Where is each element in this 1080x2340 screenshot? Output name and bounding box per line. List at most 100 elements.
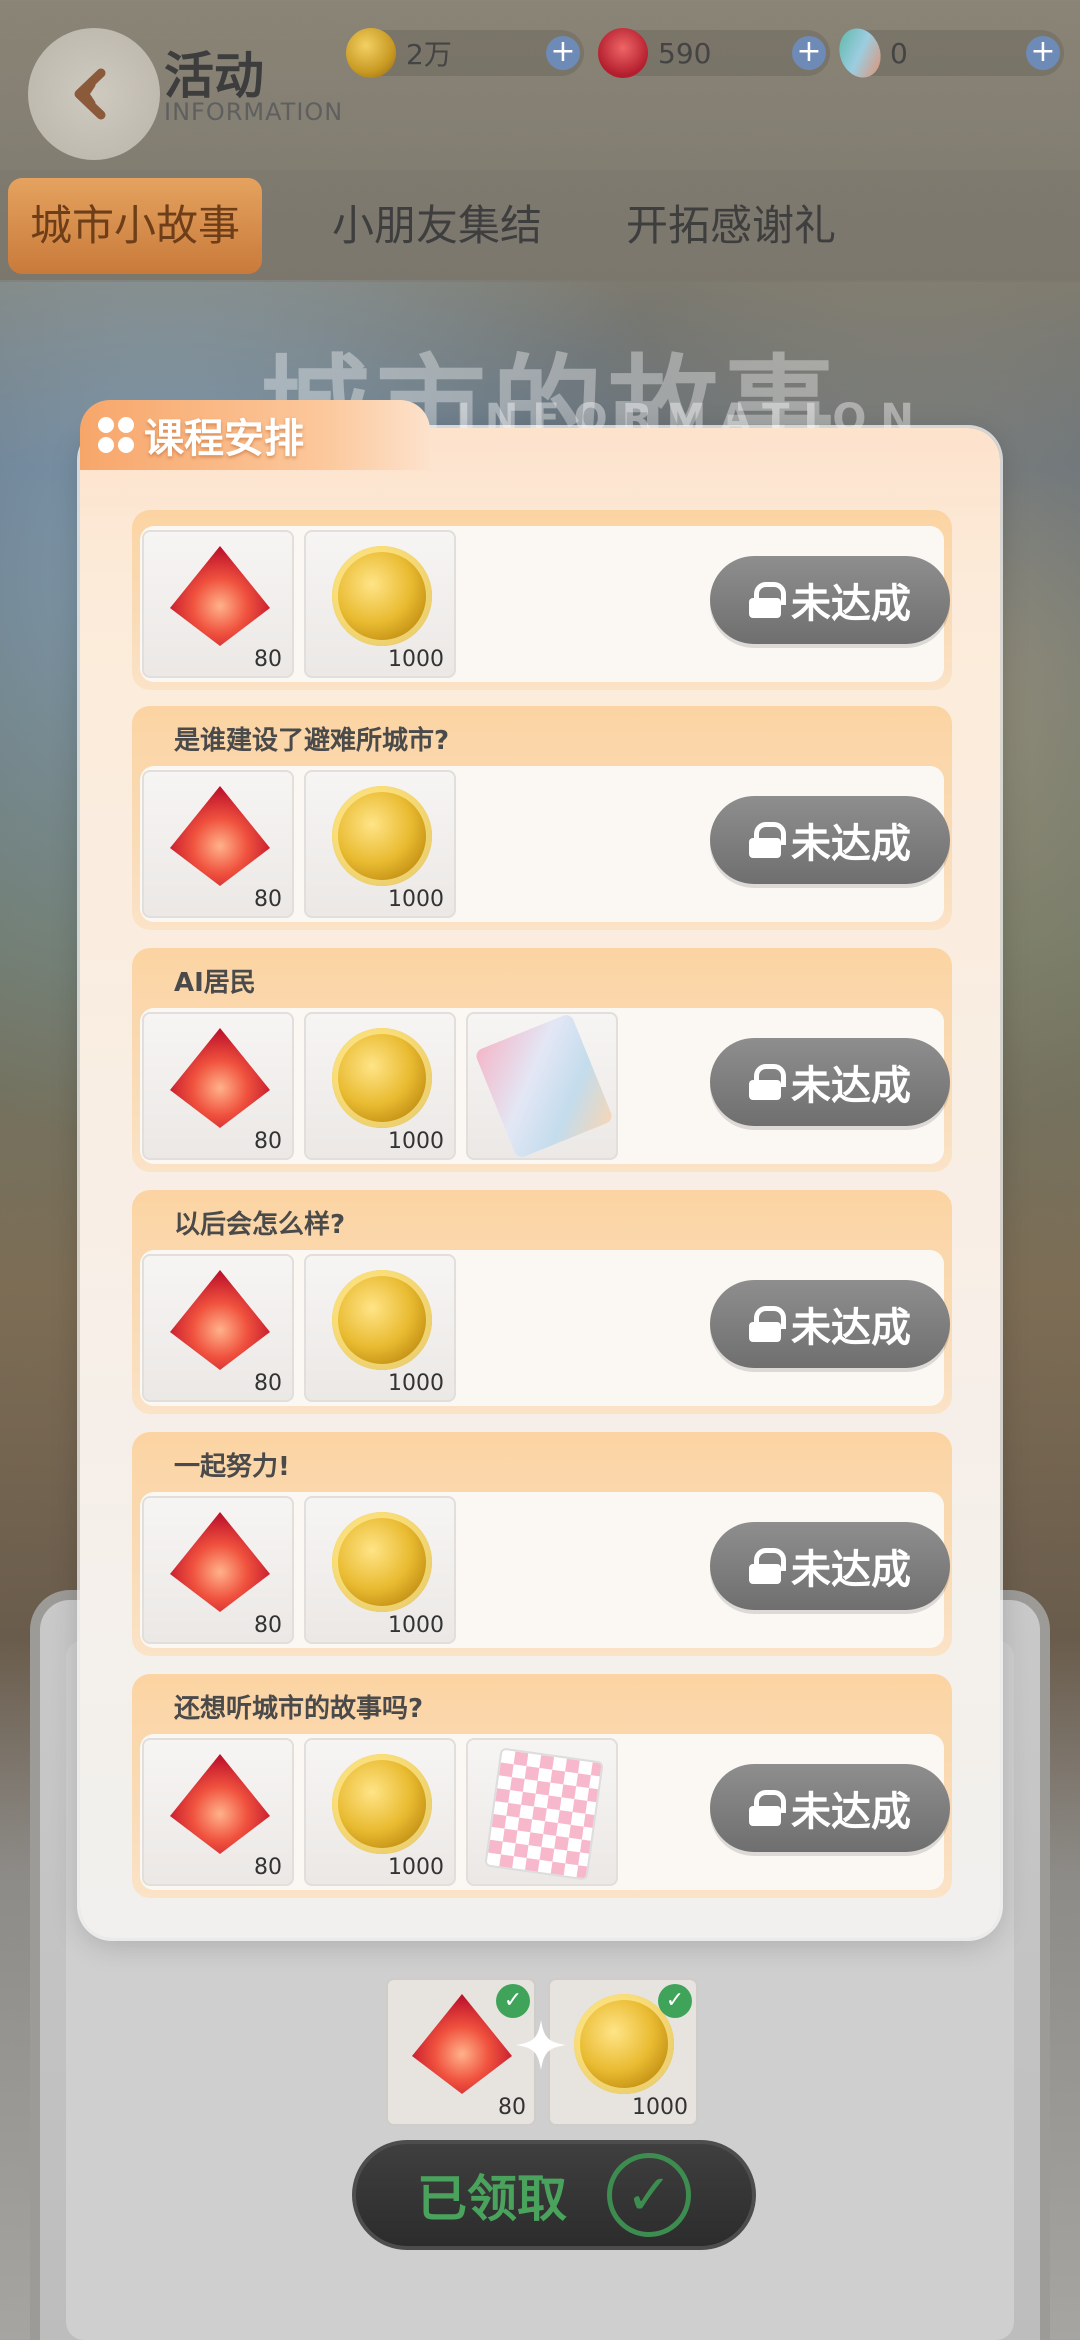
- status-label: 未达成: [791, 1789, 911, 1835]
- status-label: 未达成: [791, 821, 911, 867]
- reward-item[interactable]: 1000: [304, 1496, 456, 1644]
- tab-kids-gathering[interactable]: 小朋友集结: [310, 178, 564, 274]
- task-title: 还想听城市的故事吗?: [174, 1694, 424, 1724]
- coin-icon: [332, 546, 432, 646]
- task-rewards: 80 1000 未达成: [140, 1250, 950, 1406]
- status-label: 未达成: [791, 1063, 911, 1109]
- reward-item[interactable]: [466, 1738, 618, 1886]
- currency-coin-value: 2万: [406, 38, 452, 71]
- reward-qty: 1000: [388, 887, 444, 912]
- reward-qty: 80: [254, 887, 282, 912]
- task-title: AI居民: [174, 968, 256, 998]
- currency-coin: 2万 +: [346, 28, 584, 78]
- reward-item[interactable]: 1000: [304, 1012, 456, 1160]
- claimed-button[interactable]: 已领取 ✓: [352, 2140, 756, 2250]
- checkered-card-icon: [484, 1747, 604, 1881]
- card-icon: [832, 22, 888, 84]
- coin-icon: [346, 28, 396, 78]
- reward-item[interactable]: 1000: [304, 1738, 456, 1886]
- locked-status-button[interactable]: 未达成: [710, 556, 950, 644]
- locked-status-button[interactable]: 未达成: [710, 1038, 950, 1126]
- status-label: 未达成: [791, 1547, 911, 1593]
- gem-icon: [170, 1754, 270, 1854]
- check-icon: ✓: [607, 2153, 691, 2237]
- reward-qty: 80: [254, 1855, 282, 1880]
- sparkle-icon: [516, 2020, 566, 2070]
- lock-icon: [749, 1306, 786, 1342]
- page-subtitle: INFORMATION: [164, 98, 344, 126]
- coin-icon: [332, 1028, 432, 1128]
- currency-card: 0 +: [832, 22, 1064, 84]
- reward-item[interactable]: 80: [142, 1496, 294, 1644]
- reward-item[interactable]: [466, 1012, 618, 1160]
- tab-city-stories[interactable]: 城市小故事: [8, 178, 263, 274]
- back-button[interactable]: [28, 28, 160, 160]
- reward-qty: 80: [254, 647, 282, 672]
- reward-qty: 1000: [388, 647, 444, 672]
- task-rewards: 80 1000 未达成: [140, 1734, 950, 1890]
- reward-item[interactable]: 1000: [304, 770, 456, 918]
- task-list[interactable]: 80 1000 未达成 是谁建设了避难所城市? 80 1000 未达成 AI居民…: [80, 476, 1000, 1916]
- gem-icon: [170, 1028, 270, 1128]
- coin-icon: [332, 1754, 432, 1854]
- reward-item[interactable]: 80: [142, 1254, 294, 1402]
- check-icon: ✓: [658, 1984, 692, 2018]
- claimed-label: 已领取: [417, 2170, 567, 2228]
- task-row: AI居民 80 1000 未达成: [132, 948, 952, 1172]
- lock-icon: [749, 1548, 786, 1584]
- claimed-reward-item: ✓ 1000: [548, 1978, 698, 2126]
- status-label: 未达成: [791, 1305, 911, 1351]
- reward-qty: 80: [498, 2095, 526, 2120]
- add-coin-button[interactable]: +: [546, 36, 580, 70]
- reward-item[interactable]: 80: [142, 1738, 294, 1886]
- gem-icon: [598, 28, 648, 78]
- locked-status-button[interactable]: 未达成: [710, 1522, 950, 1610]
- task-row: 一起努力! 80 1000 未达成: [132, 1432, 952, 1656]
- lock-icon: [749, 822, 786, 858]
- locked-status-button[interactable]: 未达成: [710, 1280, 950, 1368]
- reward-item[interactable]: 1000: [304, 1254, 456, 1402]
- reward-item[interactable]: 1000: [304, 530, 456, 678]
- task-title: 是谁建设了避难所城市?: [174, 726, 450, 756]
- lock-icon: [749, 582, 786, 618]
- reward-qty: 1000: [388, 1613, 444, 1638]
- gem-icon: [170, 1270, 270, 1370]
- task-row: 还想听城市的故事吗? 80 1000 未达成: [132, 1674, 952, 1898]
- reward-qty: 1000: [388, 1371, 444, 1396]
- reward-qty: 80: [254, 1129, 282, 1154]
- add-card-button[interactable]: +: [1026, 36, 1060, 70]
- task-row: 以后会怎么样? 80 1000 未达成: [132, 1190, 952, 1414]
- currency-gem: 590 +: [598, 28, 830, 78]
- panel-header-tab: 课程安排: [80, 400, 430, 470]
- reward-qty: 80: [254, 1371, 282, 1396]
- lock-icon: [749, 1790, 786, 1826]
- check-icon: ✓: [496, 1984, 530, 2018]
- task-title: 一起努力!: [174, 1452, 290, 1482]
- back-arrow-icon: [74, 68, 106, 120]
- coin-icon: [332, 1512, 432, 1612]
- locked-status-button[interactable]: 未达成: [710, 1764, 950, 1852]
- task-rewards: 80 1000 未达成: [140, 1492, 950, 1648]
- status-label: 未达成: [791, 581, 911, 627]
- gem-icon: [170, 546, 270, 646]
- lock-icon: [749, 1064, 786, 1100]
- currency-card-value: 0: [890, 36, 908, 70]
- task-row: 80 1000 未达成: [132, 510, 952, 690]
- grid-icon: [98, 417, 134, 453]
- reward-item[interactable]: 80: [142, 770, 294, 918]
- tab-pioneer-gift[interactable]: 开拓感谢礼: [604, 178, 858, 274]
- locked-status-button[interactable]: 未达成: [710, 796, 950, 884]
- task-rewards: 80 1000 未达成: [140, 766, 950, 922]
- reward-item[interactable]: 80: [142, 1012, 294, 1160]
- add-gem-button[interactable]: +: [792, 36, 826, 70]
- task-row: 是谁建设了避难所城市? 80 1000 未达成: [132, 706, 952, 930]
- task-rewards: 80 1000 未达成: [140, 526, 950, 682]
- reward-qty: 1000: [388, 1855, 444, 1880]
- gem-icon: [170, 1512, 270, 1612]
- coin-icon: [332, 1270, 432, 1370]
- currency-gem-value: 590: [658, 36, 712, 70]
- ticket-card-icon: [474, 1014, 614, 1158]
- reward-item[interactable]: 80: [142, 530, 294, 678]
- gem-icon: [170, 786, 270, 886]
- reward-qty: 1000: [632, 2095, 688, 2120]
